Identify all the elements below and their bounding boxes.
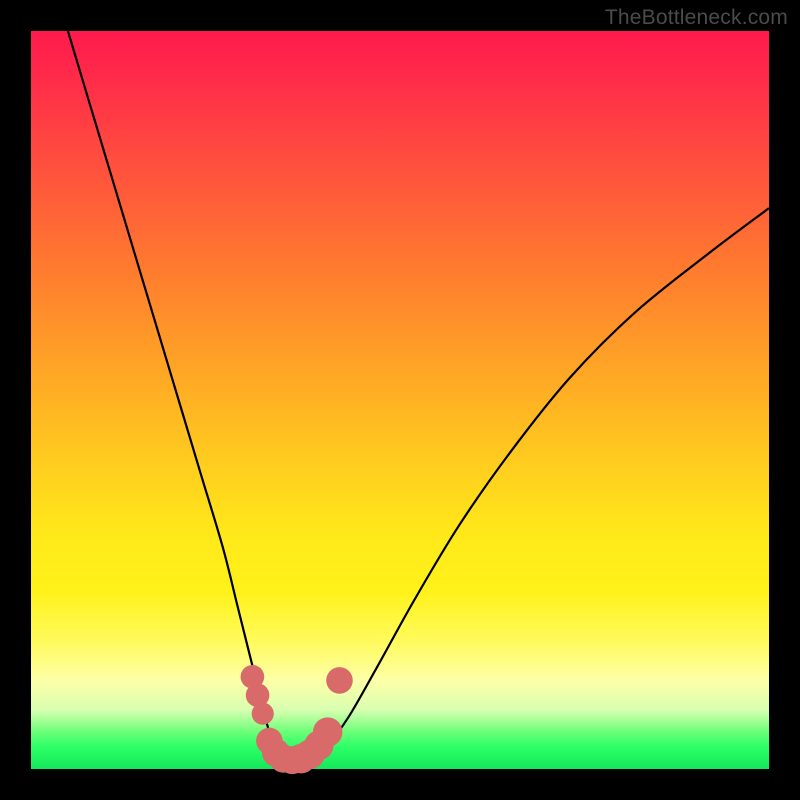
dot-k — [313, 717, 343, 747]
plot-area — [31, 31, 769, 769]
dot-c — [252, 703, 274, 725]
curve-layer — [68, 31, 769, 762]
marker-layer — [241, 665, 353, 774]
chart-svg — [31, 31, 769, 769]
chart-frame: TheBottleneck.com — [0, 0, 800, 800]
bottleneck-curve — [68, 31, 769, 762]
watermark-text: TheBottleneck.com — [605, 6, 788, 30]
dot-l — [326, 667, 353, 694]
